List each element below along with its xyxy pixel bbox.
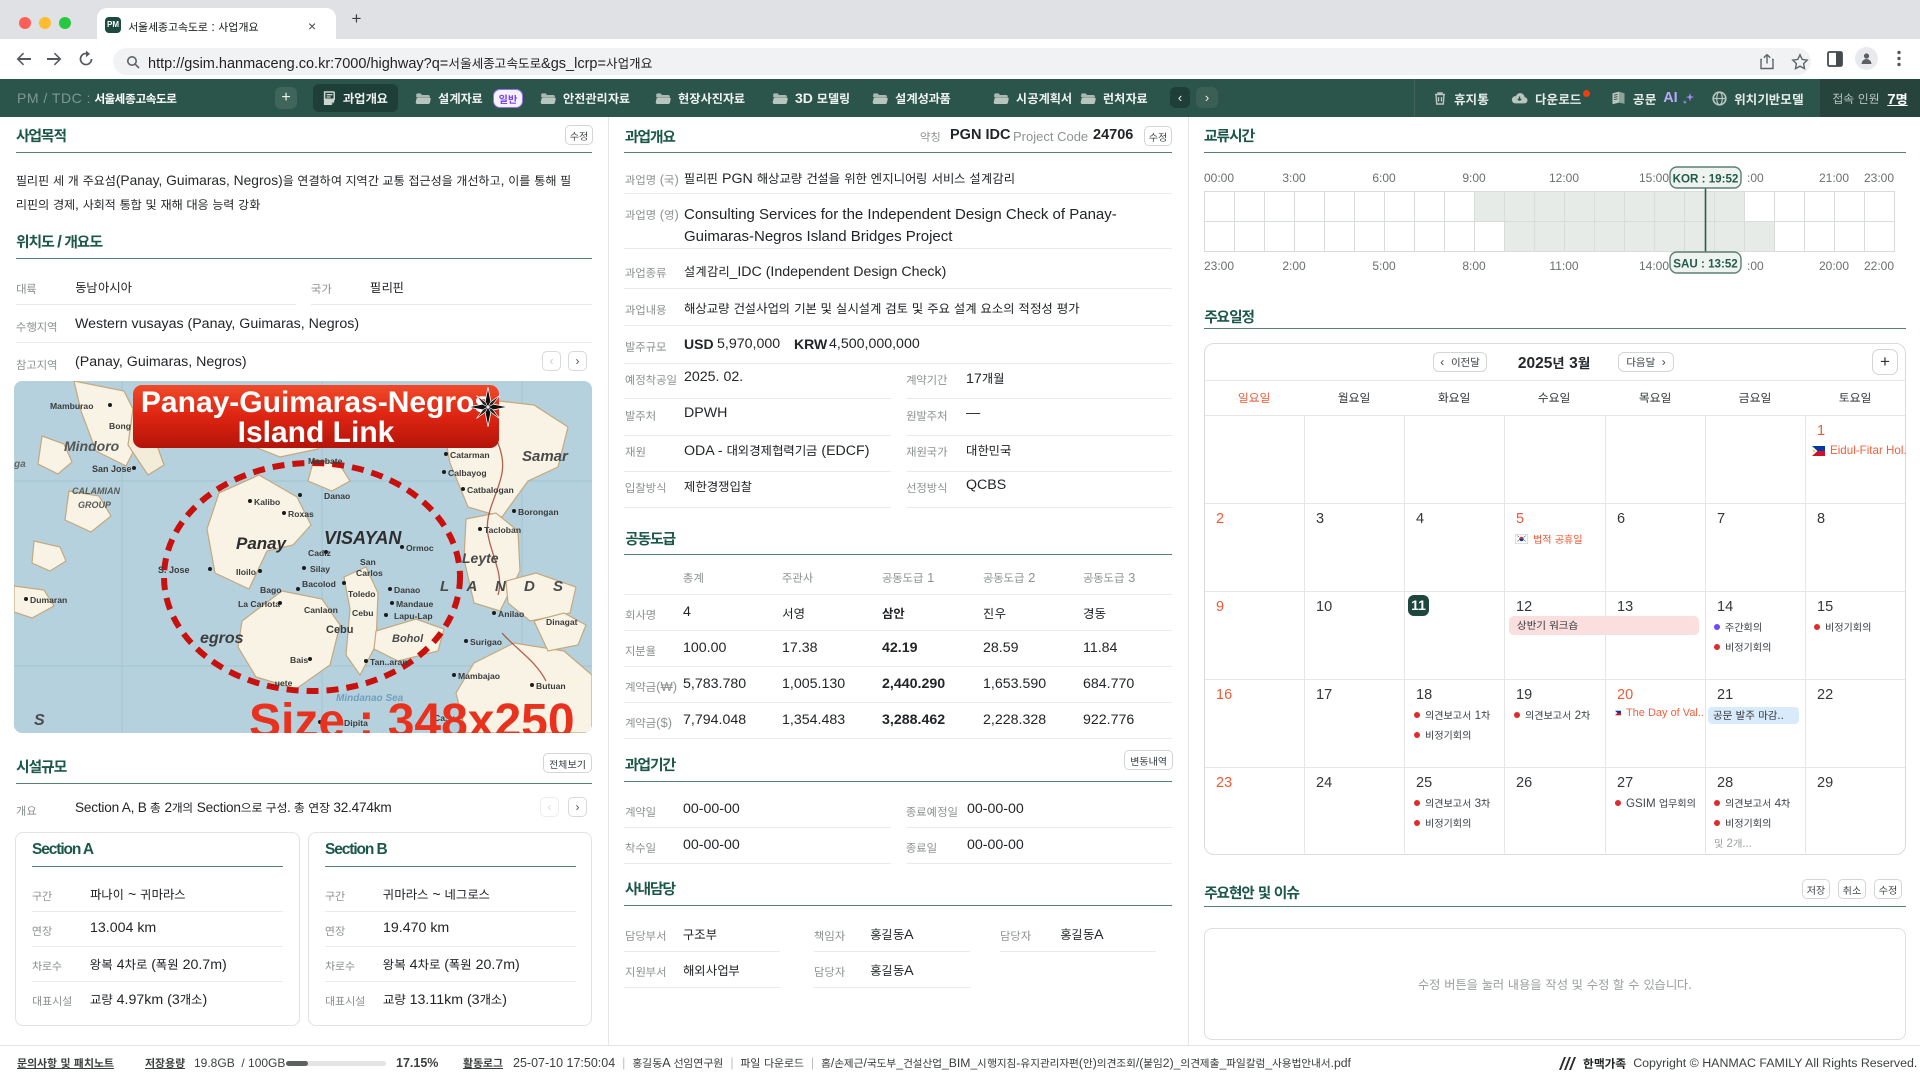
svg-text:20:00: 20:00	[1819, 259, 1849, 273]
svg-text:Tan..aran: Tan..aran	[370, 657, 408, 667]
svg-text:Bong: Bong	[109, 421, 131, 431]
svg-text:Danao: Danao	[394, 585, 420, 595]
svg-text:Bais: Bais	[290, 655, 308, 665]
svg-text:Dinagat: Dinagat	[546, 617, 578, 627]
svg-text:VISAYAN: VISAYAN	[324, 528, 402, 548]
svg-text:Ormoc: Ormoc	[406, 543, 434, 553]
svg-text:Kalibo: Kalibo	[254, 497, 280, 507]
svg-text:egros: egros	[200, 630, 244, 647]
svg-text:Island Link: Island Link	[238, 416, 395, 449]
svg-text:23:00: 23:00	[1204, 259, 1234, 273]
svg-text:L A N D S: L A N D S	[440, 578, 570, 595]
svg-text:Catarman: Catarman	[450, 450, 490, 460]
svg-text:22:00: 22:00	[1864, 259, 1894, 273]
svg-text:San Jose: San Jose	[92, 464, 132, 474]
svg-text:Cebu: Cebu	[352, 608, 373, 618]
svg-text:3:00: 3:00	[1282, 171, 1306, 185]
svg-text:Catbalogan: Catbalogan	[467, 485, 514, 495]
svg-text:15:00: 15:00	[1639, 171, 1669, 185]
svg-text:Dumaran: Dumaran	[30, 595, 67, 605]
svg-text:Mindoro: Mindoro	[64, 438, 120, 454]
svg-text:SAU : 13:52: SAU : 13:52	[1673, 258, 1737, 271]
svg-text:9:00: 9:00	[1462, 171, 1486, 185]
svg-text:Danao: Danao	[324, 491, 350, 501]
svg-text:5:00: 5:00	[1372, 259, 1396, 273]
svg-text:Samar: Samar	[522, 448, 569, 465]
svg-text:00:00: 00:00	[1204, 171, 1234, 185]
svg-text:Panay-Guimaras-Negros: Panay-Guimaras-Negros	[141, 386, 491, 419]
svg-text:23:00: 23:00	[1864, 171, 1894, 185]
svg-text:GROUP: GROUP	[78, 500, 112, 510]
svg-text:12:00: 12:00	[1549, 171, 1579, 185]
svg-text:Panay: Panay	[236, 534, 288, 553]
svg-text:San: San	[360, 557, 376, 567]
svg-text:Mamburao: Mamburao	[50, 401, 93, 411]
svg-text:Iloilo: Iloilo	[236, 567, 256, 577]
svg-text:Bago: Bago	[260, 585, 281, 595]
svg-text:Butuan: Butuan	[536, 681, 566, 691]
svg-text:6:00: 6:00	[1372, 171, 1396, 185]
svg-text:Canlaon: Canlaon	[304, 605, 338, 615]
svg-text:Borongan: Borongan	[518, 507, 559, 517]
svg-text::00: :00	[1747, 171, 1764, 185]
svg-text:21:00: 21:00	[1819, 171, 1849, 185]
svg-text:Tacloban: Tacloban	[484, 525, 521, 535]
svg-text:Lapu-Lap: Lapu-Lap	[394, 611, 433, 621]
svg-text:Masbate: Masbate	[308, 456, 343, 466]
svg-text::00: :00	[1747, 259, 1764, 273]
svg-text:S: S	[34, 712, 45, 729]
svg-text:Leyte: Leyte	[462, 550, 499, 566]
svg-text:..uete: ..uete	[270, 678, 293, 688]
svg-text:Mambajao: Mambajao	[458, 671, 500, 681]
svg-text:Anilao: Anilao	[498, 609, 524, 619]
svg-text:Cebu: Cebu	[326, 624, 354, 636]
svg-text:Carlos: Carlos	[356, 568, 383, 578]
svg-text:Calbayog: Calbayog	[448, 468, 487, 478]
svg-text:Size : 348x250: Size : 348x250	[249, 695, 575, 733]
svg-text:Bohol: Bohol	[392, 633, 424, 645]
svg-text:2:00: 2:00	[1282, 259, 1306, 273]
svg-text:La Carlota: La Carlota	[238, 599, 280, 609]
svg-text:Bacolod: Bacolod	[302, 579, 336, 589]
svg-text:Silay: Silay	[310, 564, 330, 574]
svg-text:S. Jose: S. Jose	[158, 565, 190, 575]
svg-text:KOR : 19:52: KOR : 19:52	[1673, 173, 1739, 186]
svg-text:Roxas: Roxas	[288, 509, 314, 519]
svg-text:Mandaue: Mandaue	[396, 599, 433, 609]
svg-text:ga: ga	[14, 459, 26, 470]
svg-text:Surigao: Surigao	[470, 637, 502, 647]
svg-text:14:00: 14:00	[1639, 259, 1669, 273]
svg-text:8:00: 8:00	[1462, 259, 1486, 273]
svg-text:CALAMIAN: CALAMIAN	[72, 486, 120, 496]
svg-text:Toledo: Toledo	[348, 589, 376, 599]
svg-text:11:00: 11:00	[1549, 259, 1578, 273]
